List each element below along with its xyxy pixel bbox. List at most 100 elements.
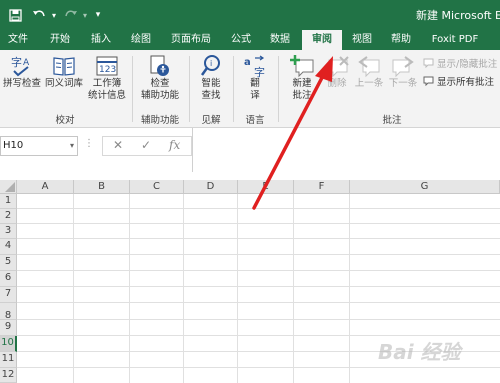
tab-home[interactable]: 开始 [46, 30, 74, 50]
delete-comment-icon [324, 54, 350, 78]
tab-page-layout[interactable]: 页面布局 [168, 30, 214, 50]
group-divider [189, 56, 190, 122]
save-icon[interactable] [6, 5, 24, 25]
smart-lookup-button[interactable]: i 智能 查找 [193, 54, 229, 102]
thesaurus-button[interactable]: 同义词库 [42, 54, 86, 90]
insert-function-icon[interactable]: fx [169, 138, 180, 152]
row-header[interactable]: 2 [0, 209, 17, 224]
show-all-comments-icon [423, 76, 434, 86]
group-divider [132, 56, 133, 122]
row-header[interactable]: 6 [0, 271, 17, 287]
thesaurus-icon [51, 54, 77, 78]
column-header[interactable]: C [130, 180, 184, 194]
enter-icon[interactable]: ✓ [141, 138, 151, 152]
redo-icon[interactable] [62, 5, 80, 25]
tab-foxit-pdf[interactable]: Foxit PDF [428, 30, 482, 50]
spelling-icon: 字A [9, 54, 35, 78]
cancel-icon[interactable]: ✕ [113, 138, 123, 152]
formula-input[interactable] [192, 128, 500, 172]
column-header[interactable]: F [294, 180, 350, 194]
tab-data[interactable]: 数据 [266, 30, 294, 50]
svg-text:字: 字 [11, 55, 22, 69]
check-accessibility-button[interactable]: 检查 辅助功能 [136, 54, 184, 102]
previous-comment-button[interactable]: 上一条 [352, 54, 386, 90]
gridline [17, 302, 500, 303]
column-header[interactable]: B [74, 180, 130, 194]
row-header[interactable]: 12 [0, 368, 17, 383]
statistics-icon: 123 [94, 54, 120, 78]
watermark: Bai 经验 [378, 340, 461, 364]
column-header[interactable]: G [350, 180, 500, 194]
gridline [17, 238, 500, 239]
column-header[interactable]: D [184, 180, 238, 194]
customize-qat-icon[interactable]: ▾ [92, 5, 104, 25]
ribbon-review: 字A 拼写检查 同义词库 123 工作簿 统计信息 校对 检查 辅助功能 辅助功… [0, 50, 500, 128]
delete-comment-button[interactable]: 删除 [322, 54, 352, 90]
gridline [17, 286, 500, 287]
column-header[interactable]: A [17, 180, 74, 194]
smart-lookup-icon: i [198, 54, 224, 78]
tab-view[interactable]: 视图 [348, 30, 376, 50]
row-header[interactable]: 3 [0, 224, 17, 239]
tab-insert[interactable]: 插入 [87, 30, 115, 50]
group-label-comments: 批注 [382, 115, 402, 126]
row-header[interactable]: 9 [0, 320, 17, 336]
name-box[interactable]: H10 ▾ [0, 136, 78, 156]
svg-text:字: 字 [254, 65, 265, 78]
ribbon-tabs: 文件 开始 插入 绘图 页面布局 公式 数据 审阅 视图 帮助 Foxit PD… [0, 30, 500, 50]
tab-help[interactable]: 帮助 [387, 30, 415, 50]
new-comment-icon [289, 54, 315, 78]
svg-text:123: 123 [99, 65, 116, 75]
row-header[interactable]: 5 [0, 255, 17, 271]
title-bar: ▾ ▾ ▾ 新建 Microsoft Exc [0, 0, 500, 30]
group-divider [278, 56, 279, 122]
translate-icon: a字 [242, 54, 268, 78]
spelling-button[interactable]: 字A 拼写检查 [2, 54, 42, 90]
gridline [17, 223, 500, 224]
row-header[interactable]: 1 [0, 194, 17, 209]
group-label-insights: 见解 [201, 115, 221, 126]
new-comment-button[interactable]: 新建 批注 [284, 54, 320, 102]
gridline [17, 367, 500, 368]
tab-draw[interactable]: 绘图 [127, 30, 155, 50]
gridline [17, 208, 500, 209]
tab-file[interactable]: 文件 [4, 30, 32, 50]
redo-dropdown-icon[interactable]: ▾ [80, 5, 90, 25]
gridline [17, 319, 500, 320]
row-header[interactable]: 4 [0, 239, 17, 255]
group-divider [233, 56, 234, 122]
row-header[interactable]: 8 [0, 303, 17, 321]
translate-button[interactable]: a字 翻 译 [237, 54, 273, 102]
svg-text:a: a [244, 57, 251, 68]
tab-formulas[interactable]: 公式 [227, 30, 255, 50]
group-label-proofing: 校对 [55, 115, 75, 126]
undo-dropdown-icon[interactable]: ▾ [49, 5, 59, 25]
show-hide-comment-button[interactable]: 显示/隐藏批注 [423, 56, 497, 70]
tab-review[interactable]: 审阅 [302, 30, 342, 50]
formula-buttons: ✕ ✓ fx [102, 136, 192, 156]
column-header[interactable]: E [238, 180, 294, 194]
svg-text:A: A [23, 58, 30, 68]
previous-comment-icon [356, 54, 382, 78]
undo-icon[interactable] [30, 5, 48, 25]
select-all-icon [5, 182, 15, 192]
row-header[interactable]: 7 [0, 287, 17, 303]
row-header-selected[interactable]: 10 [0, 336, 17, 352]
select-all-corner[interactable] [0, 180, 17, 194]
gridline [17, 270, 500, 271]
show-all-comments-button[interactable]: 显示所有批注 [423, 74, 494, 88]
gridline [17, 254, 500, 255]
accessibility-icon [147, 54, 173, 78]
show-hide-comment-icon [423, 58, 434, 68]
svg-text:i: i [210, 59, 212, 68]
formula-bar: H10 ▾ ⋮ ✕ ✓ fx [0, 128, 500, 172]
group-label-accessibility: 辅助功能 [140, 115, 179, 126]
next-comment-icon [390, 54, 416, 78]
next-comment-button[interactable]: 下一条 [386, 54, 420, 90]
workbook-statistics-button[interactable]: 123 工作簿 统计信息 [86, 54, 128, 102]
name-box-dropdown-icon[interactable]: ▾ [70, 137, 74, 155]
row-header[interactable]: 11 [0, 352, 17, 368]
window-title: 新建 Microsoft Exc [416, 9, 500, 22]
formula-bar-resize-icon[interactable]: ⋮ [84, 138, 94, 149]
group-label-language: 语言 [245, 115, 265, 126]
